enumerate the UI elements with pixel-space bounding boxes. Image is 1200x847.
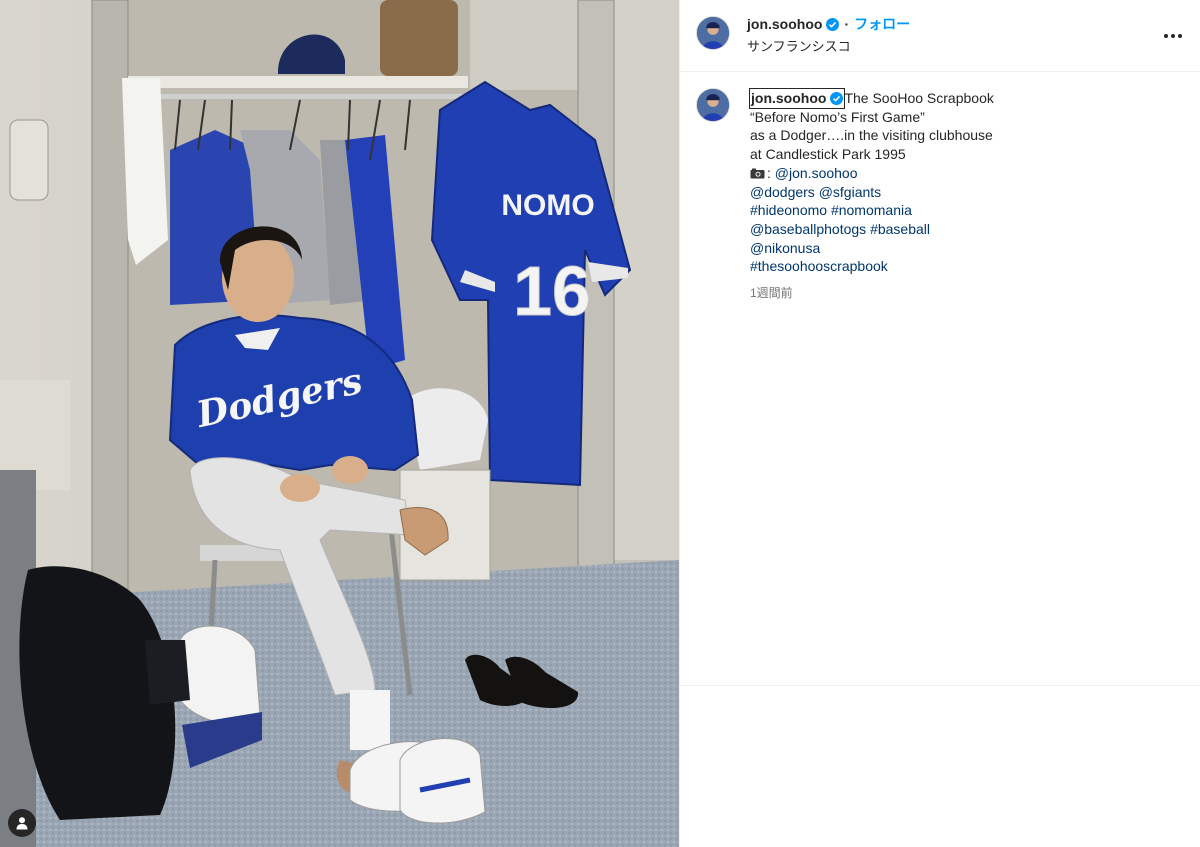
hashtag-link[interactable]: #hideonomo: [750, 202, 827, 218]
verified-badge-icon: [826, 17, 840, 31]
more-options-icon[interactable]: [1161, 24, 1185, 48]
jersey-name-text: NOMO: [501, 189, 594, 222]
post-location[interactable]: サンフランシスコ: [747, 36, 851, 55]
person-icon: [16, 817, 28, 830]
post-timestamp[interactable]: 1週間前: [750, 284, 793, 301]
photo-credit-prefix: :: [767, 164, 771, 181]
caption-username[interactable]: jon.soohoo: [748, 88, 846, 109]
mention-link[interactable]: @nikonusa: [750, 240, 820, 256]
hashtag-link[interactable]: #thesoohooscrapbook: [750, 258, 888, 274]
hashtag-link[interactable]: #baseball: [870, 221, 930, 237]
author-username[interactable]: jon.soohoo: [747, 16, 822, 32]
caption-avatar[interactable]: [696, 88, 730, 122]
user-tags-button[interactable]: [8, 809, 36, 837]
camera-icon: [750, 168, 765, 179]
caption-line: at Candlestick Park 1995: [750, 146, 906, 163]
verified-badge-icon: [830, 91, 844, 105]
avatar-image: [697, 89, 729, 121]
caption-line: “Before Nomo’s First Game”: [750, 108, 925, 125]
mention-link[interactable]: @baseballphotogs: [750, 221, 866, 237]
mention-link[interactable]: @jon.soohoo: [775, 165, 858, 181]
post-photo[interactable]: NOMO 16 Dodgers: [0, 0, 679, 847]
avatar-image: [697, 17, 729, 49]
separator-dot: ·: [844, 16, 850, 32]
hashtag-link[interactable]: #nomomania: [831, 202, 912, 218]
caption-line: The SooHoo Scrapbook: [844, 90, 994, 106]
follow-button[interactable]: フォロー: [854, 14, 910, 34]
author-avatar[interactable]: [696, 16, 730, 50]
mention-link[interactable]: @sfgiants: [819, 184, 881, 200]
post-caption: jon.soohoo The SooHoo Scrapbook “Before N…: [748, 88, 1180, 276]
post-header: jon.soohoo · フォロー サンフランシスコ: [680, 0, 1200, 72]
comments-section: jon.soohoo The SooHoo Scrapbook “Before N…: [680, 72, 1200, 686]
post-side-panel: jon.soohoo · フォロー サンフランシスコ jon.soohoo The…: [679, 0, 1200, 847]
mention-link[interactable]: @dodgers: [750, 184, 815, 200]
jersey-number-text: 16: [513, 252, 591, 330]
caption-line: as a Dodger….in the visiting clubhouse: [750, 127, 993, 144]
clubhouse-photo: NOMO 16 Dodgers: [0, 0, 679, 847]
